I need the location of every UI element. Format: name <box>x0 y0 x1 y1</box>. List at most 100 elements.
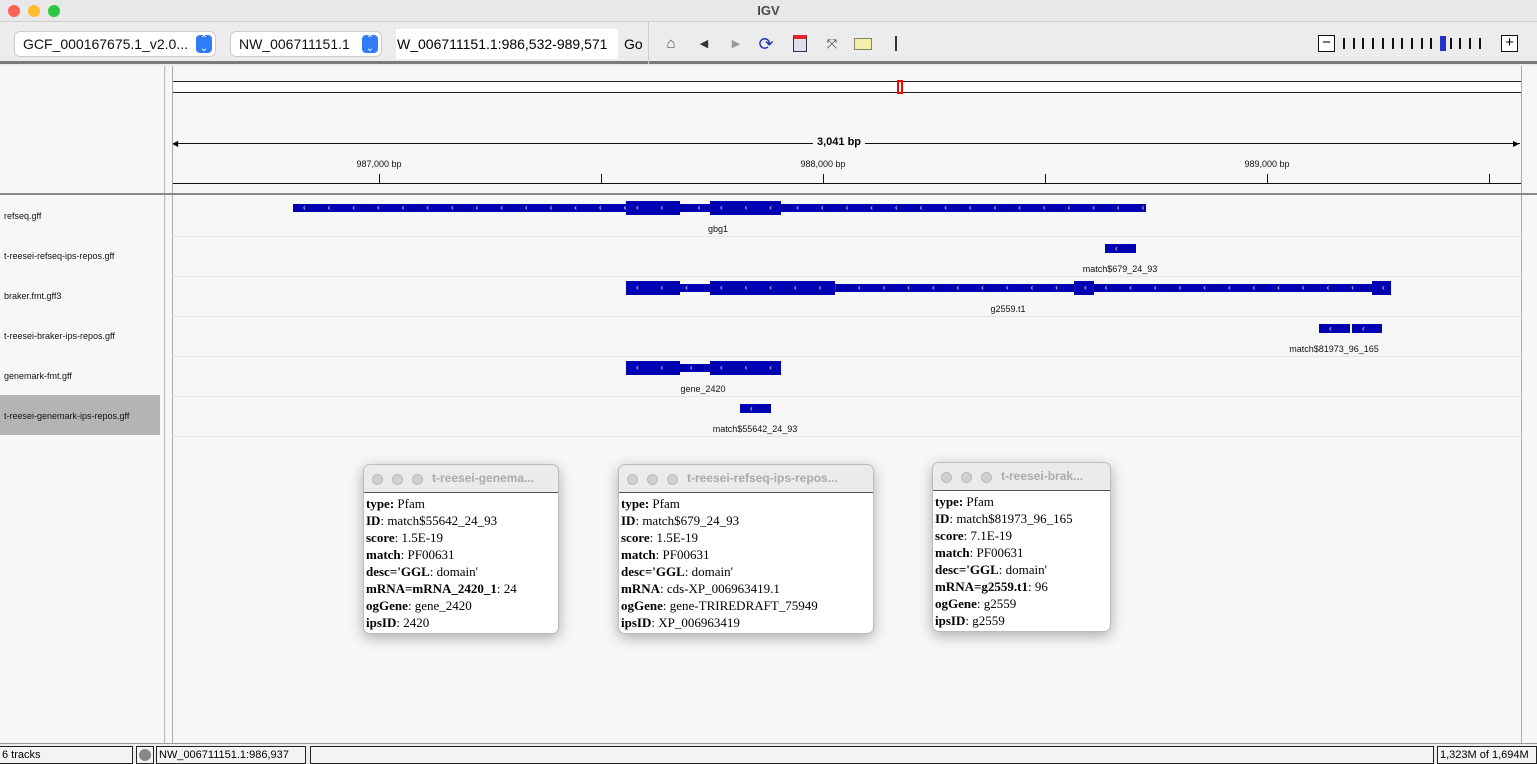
popup-attribute: ogGene: gene-TRIREDRAFT_75949 <box>619 597 873 614</box>
attribute-key: type: <box>935 494 964 509</box>
attribute-value: : 2420 <box>396 615 430 630</box>
refresh-icon[interactable]: ⟳ <box>756 34 776 54</box>
span-arrow-right-icon: ▶ <box>1513 139 1520 148</box>
popup-minimize-button[interactable] <box>392 474 403 485</box>
popup-close-button[interactable] <box>941 472 952 483</box>
attribute-value: : PF00631 <box>400 547 455 562</box>
zoom-tick[interactable] <box>1469 38 1472 49</box>
zoom-tick[interactable] <box>1430 38 1433 49</box>
attribute-key: score <box>935 528 964 543</box>
popup-attribute: type: Pfam <box>619 495 873 512</box>
popup-refseq-ips[interactable]: t-reesei-refseq-ips-repos... type: Pfam ID… <box>618 464 874 634</box>
back-icon[interactable]: ◀ <box>694 34 714 54</box>
popup-title: t-reesei-brak... <box>1001 469 1084 483</box>
track-separator <box>172 436 1522 437</box>
feature-exon[interactable]: ‹‹‹‹‹‹‹‹ <box>710 361 781 375</box>
zoom-tick[interactable] <box>1343 38 1345 49</box>
zoom-slider[interactable] <box>1343 35 1493 52</box>
popup-attribute: type: Pfam <box>933 493 1110 510</box>
track-separator <box>172 396 1522 397</box>
zoom-tick[interactable] <box>1478 38 1481 49</box>
attribute-value: : match$55642_24_93 <box>380 513 498 528</box>
attribute-key: desc='GGL <box>935 562 999 577</box>
attribute-value: : g2559 <box>976 596 1017 611</box>
track-name[interactable]: t-reesei-genemark-ips-repos.gff <box>4 411 129 421</box>
feature-exon[interactable]: ‹‹‹‹‹‹‹‹ <box>626 281 680 295</box>
zoom-tick[interactable] <box>1449 38 1452 49</box>
popup-minimize-button[interactable] <box>647 474 658 485</box>
genome-select[interactable]: GCF_000167675.1_v2.0... ⌃ ⌄ <box>15 32 215 56</box>
popup-titlebar[interactable]: t-reesei-brak... <box>933 463 1110 491</box>
attribute-key: ogGene <box>366 598 408 613</box>
zoom-tick[interactable] <box>1410 38 1413 49</box>
zoom-in-button[interactable]: + <box>1501 35 1518 52</box>
zoom-tick[interactable] <box>1401 38 1404 49</box>
attribute-value: : g2559 <box>965 613 1005 628</box>
feature-exon[interactable]: ‹‹‹‹‹‹‹‹ <box>1352 323 1382 333</box>
home-icon[interactable]: ⌂ <box>661 34 681 54</box>
popup-maximize-button[interactable] <box>667 474 678 485</box>
popup-close-button[interactable] <box>627 474 638 485</box>
ruler-tick <box>379 174 380 183</box>
attribute-key: mRNA=mRNA_2420_1 <box>366 581 497 596</box>
attribute-key: ipsID <box>935 613 966 628</box>
zoom-tick[interactable] <box>1381 38 1384 49</box>
zoom-thumb[interactable] <box>1440 36 1446 51</box>
popup-braker-ips[interactable]: t-reesei-brak... type: Pfam ID: match$8197… <box>932 462 1111 632</box>
maximize-window-button[interactable] <box>48 5 60 17</box>
track-name[interactable]: braker.fmt.gff3 <box>4 291 61 301</box>
attribute-value: : gene_2420 <box>407 598 472 613</box>
popup-minimize-button[interactable] <box>961 472 972 483</box>
roi-icon[interactable] <box>790 34 810 54</box>
attribute-key: ogGene <box>621 598 663 613</box>
feature-label: match$679_24_93 <box>1082 264 1158 274</box>
zoom-tick[interactable] <box>1352 38 1355 49</box>
attribute-key: ID <box>621 513 636 528</box>
track-name[interactable]: t-reesei-refseq-ips-repos.gff <box>4 251 114 261</box>
locus-input[interactable]: W_006711151.1:986,532-989,571 <box>396 29 618 59</box>
popup-titlebar[interactable]: t-reesei-genema... <box>364 465 558 493</box>
go-button[interactable]: Go <box>624 29 643 59</box>
zoom-out-button[interactable]: − <box>1318 35 1335 52</box>
chromosome-ideogram[interactable] <box>172 81 1522 93</box>
feature-exon[interactable]: ‹‹‹‹‹‹‹‹ <box>626 201 680 215</box>
feature-exon[interactable]: ‹‹‹‹‹‹‹‹ <box>1372 281 1391 295</box>
popup-attribute: ipsID: 2420 <box>364 614 558 631</box>
attribute-key: desc='GGL <box>621 564 685 579</box>
ruler-tick <box>601 174 602 183</box>
attribute-value: : 1.5E-19 <box>394 530 444 545</box>
popup-close-button[interactable] <box>372 474 383 485</box>
minimize-window-button[interactable] <box>28 5 40 17</box>
attribute-value: Pfam <box>394 496 425 511</box>
feature-exon[interactable]: ‹‹‹‹‹‹‹‹ <box>740 403 771 413</box>
track-name[interactable]: refseq.gff <box>4 211 41 221</box>
popup-attribute: ID: match$81973_96_165 <box>933 510 1110 527</box>
popup-attribute: ogGene: g2559 <box>933 595 1110 612</box>
popup-genemark-ips[interactable]: t-reesei-genema... type: Pfam ID: match$55… <box>363 464 559 634</box>
popup-maximize-button[interactable] <box>981 472 992 483</box>
chromosome-select-value: NW_006711151.1 <box>239 36 350 52</box>
zoom-tick[interactable] <box>1420 38 1423 49</box>
fit-icon[interactable]: ⤧ <box>822 34 842 54</box>
track-name[interactable]: t-reesei-braker-ips-repos.gff <box>4 331 115 341</box>
popup-info-icon[interactable] <box>854 34 874 54</box>
feature-exon[interactable]: ‹‹‹‹‹‹‹‹ <box>1105 243 1136 253</box>
zoom-tick[interactable] <box>1391 38 1394 49</box>
zoom-tick[interactable] <box>1362 38 1365 49</box>
feature-exon[interactable]: ‹‹‹‹‹‹‹‹ <box>710 281 835 295</box>
forward-icon[interactable]: ▶ <box>726 34 746 54</box>
feature-intron[interactable]: ‹‹‹‹‹‹‹‹‹‹‹‹‹‹‹‹‹‹‹‹‹‹‹‹‹‹‹‹‹‹‹‹‹‹‹‹‹‹‹‹ <box>680 364 710 372</box>
feature-exon[interactable]: ‹‹‹‹‹‹‹‹ <box>1074 281 1094 295</box>
zoom-tick[interactable] <box>1372 38 1375 49</box>
chromosome-select[interactable]: NW_006711151.1 ⌃ ⌄ <box>231 32 381 56</box>
feature-exon[interactable]: ‹‹‹‹‹‹‹‹ <box>710 201 781 215</box>
popup-titlebar[interactable]: t-reesei-refseq-ips-repos... <box>619 465 873 493</box>
track-name[interactable]: genemark-fmt.gff <box>4 371 72 381</box>
track-name-panel <box>0 195 165 743</box>
feature-exon[interactable]: ‹‹‹‹‹‹‹‹ <box>626 361 680 375</box>
attribute-key: mRNA=g2559.t1 <box>935 579 1028 594</box>
popup-maximize-button[interactable] <box>412 474 423 485</box>
close-window-button[interactable] <box>8 5 20 17</box>
feature-exon[interactable]: ‹‹‹‹‹‹‹‹ <box>1319 323 1350 333</box>
zoom-tick[interactable] <box>1459 38 1462 49</box>
